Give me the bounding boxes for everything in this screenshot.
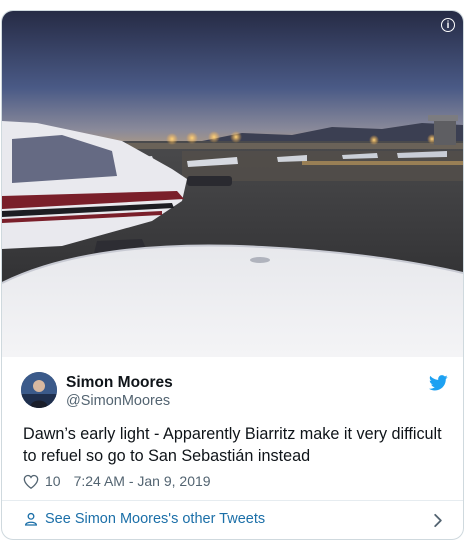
- info-icon[interactable]: i: [441, 18, 455, 32]
- chevron-right-icon[interactable]: [433, 513, 443, 528]
- tweet-text: Dawn’s early light - Apparently Biarritz…: [23, 425, 442, 465]
- other-tweets-footer[interactable]: See Simon Moores's other Tweets: [2, 500, 463, 539]
- author-name[interactable]: Simon Moores: [66, 374, 173, 392]
- avatar[interactable]: [21, 372, 57, 408]
- other-tweets-label[interactable]: See Simon Moores's other Tweets: [45, 511, 265, 527]
- embedded-tweet-card[interactable]: i Simon Moores @SimonMoores Dawn’s early…: [1, 10, 464, 540]
- tweet-author[interactable]: Simon Moores @SimonMoores: [21, 372, 448, 412]
- other-tweets-link[interactable]: See Simon Moores's other Tweets: [23, 511, 265, 527]
- person-icon: [24, 512, 38, 526]
- tweet-meta: 10 7:24 AM - Jan 9, 2019: [23, 471, 211, 491]
- heart-icon[interactable]: [23, 474, 39, 489]
- tweet-photo[interactable]: i: [2, 11, 463, 357]
- author-handle[interactable]: @SimonMoores: [66, 393, 170, 409]
- like-count[interactable]: 10: [45, 473, 61, 489]
- airfield-dawn-photo: [2, 11, 463, 357]
- tweet-timestamp[interactable]: 7:24 AM - Jan 9, 2019: [74, 473, 211, 489]
- avatar-image: [21, 372, 57, 408]
- twitter-bird-icon[interactable]: [429, 375, 448, 391]
